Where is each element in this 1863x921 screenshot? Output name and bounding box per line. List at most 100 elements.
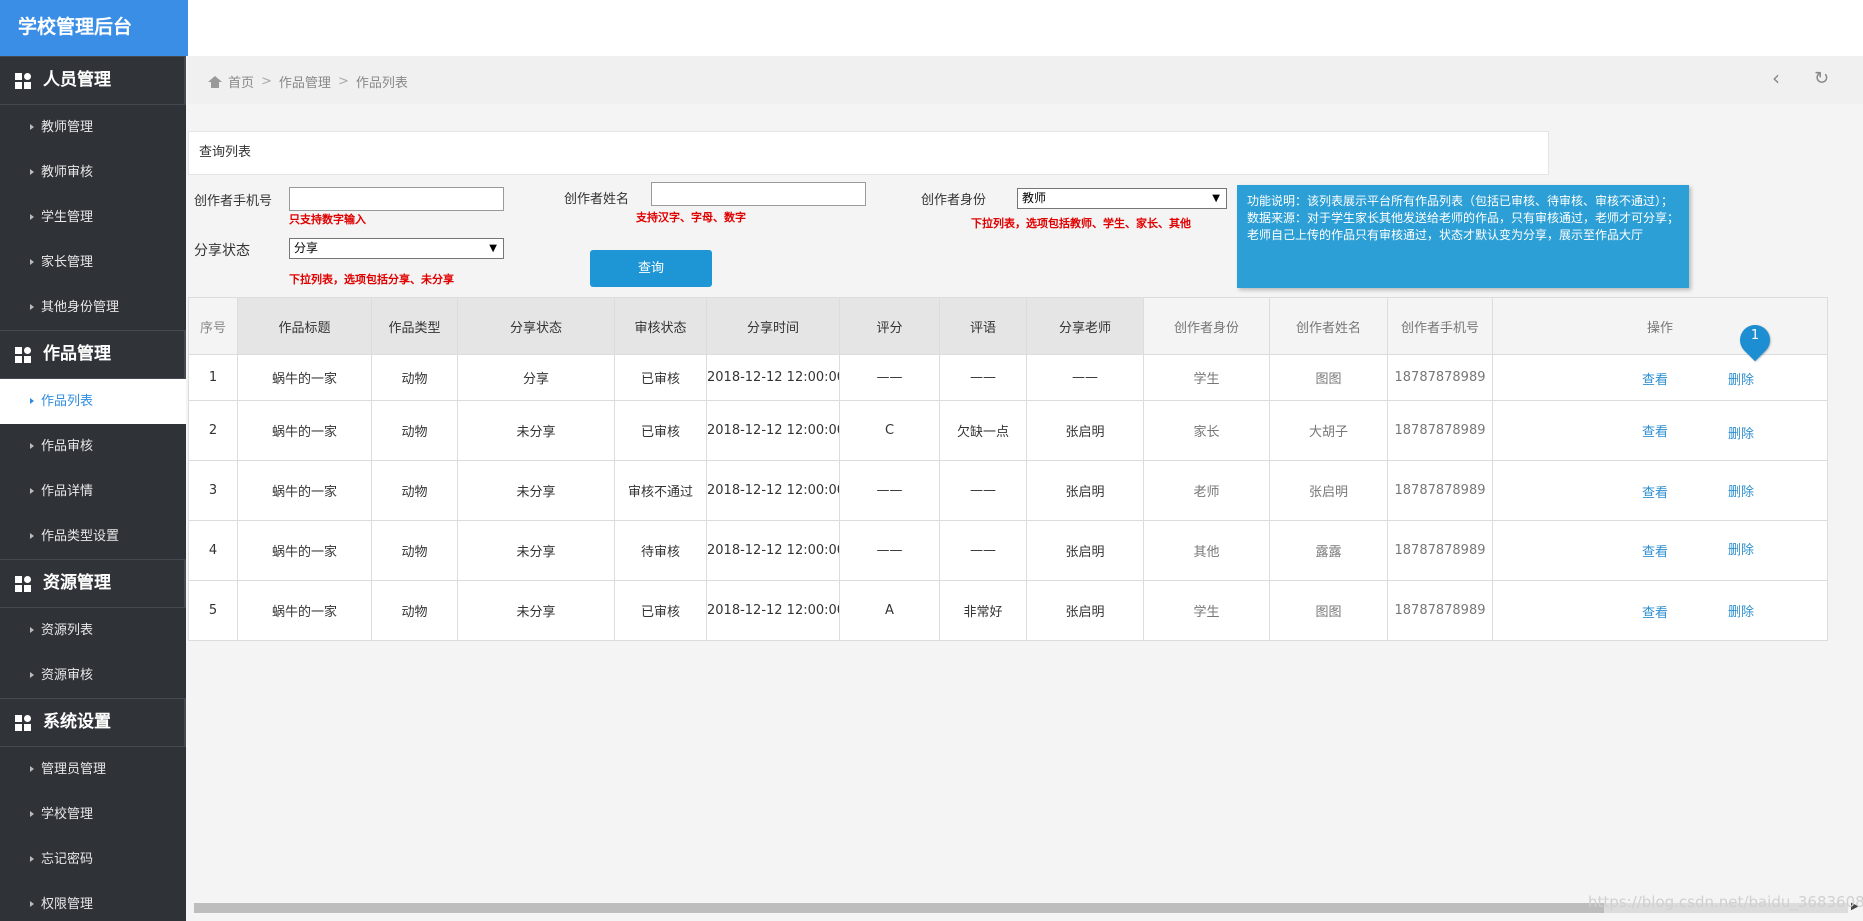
sidebar-item-other-identity[interactable]: 其他身份管理	[0, 285, 186, 330]
table-row: 2 蜗牛的一家 动物 未分享 已审核 2018-12-12 12:00:00 C…	[188, 400, 1828, 461]
identity-select-value: 教师	[1022, 191, 1047, 205]
sidebar-group-resources[interactable]: 资源管理	[0, 559, 186, 608]
sidebar-item-works-list[interactable]: 作品列表	[0, 379, 186, 424]
caret-right-icon	[30, 765, 34, 772]
cell-title: 蜗牛的一家	[237, 354, 372, 401]
identity-select[interactable]: 教师 ▼	[1017, 188, 1227, 209]
cell-share-status: 未分享	[457, 400, 615, 461]
cell-type: 动物	[371, 580, 458, 641]
sidebar-item-school-management[interactable]: 学校管理	[0, 792, 186, 837]
sidebar-item-teacher-review[interactable]: 教师审核	[0, 150, 186, 195]
sidebar-group-system[interactable]: 系统设置	[0, 698, 186, 747]
sidebar-item-parent-management[interactable]: 家长管理	[0, 240, 186, 285]
sidebar-item-works-review[interactable]: 作品审核	[0, 424, 186, 469]
col-header: 创作者姓名	[1269, 297, 1388, 355]
cell-phone: 18787878989	[1387, 460, 1493, 521]
breadcrumb-section[interactable]: 作品管理	[279, 72, 331, 91]
phone-input[interactable]	[289, 187, 504, 211]
delete-link[interactable]: 删除	[1728, 423, 1754, 442]
sidebar-item-student-management[interactable]: 学生管理	[0, 195, 186, 240]
delete-link[interactable]: 删除	[1728, 539, 1754, 558]
view-link[interactable]: 查看	[1642, 369, 1668, 388]
cell-identity: 学生	[1143, 580, 1270, 641]
sidebar-item-teacher-management[interactable]: 教师管理	[0, 105, 186, 150]
view-link[interactable]: 查看	[1642, 602, 1668, 621]
col-header: 审核状态	[614, 297, 707, 355]
sidebar-item-label: 其他身份管理	[41, 300, 120, 315]
share-label: 分享状态	[194, 243, 250, 259]
name-input[interactable]	[651, 182, 866, 206]
caret-right-icon	[30, 810, 34, 817]
sidebar-item-works-type-settings[interactable]: 作品类型设置	[0, 514, 186, 559]
sidebar-item-label: 权限管理	[41, 897, 94, 912]
col-header: 操作	[1492, 297, 1828, 355]
table-row: 5 蜗牛的一家 动物 未分享 已审核 2018-12-12 12:00:00 A…	[188, 580, 1828, 641]
caret-down-icon: ▼	[489, 243, 497, 254]
sidebar-group-people[interactable]: 人员管理	[0, 56, 186, 105]
view-link[interactable]: 查看	[1642, 421, 1668, 440]
share-select[interactable]: 分享 ▼	[289, 238, 504, 259]
col-header: 分享老师	[1026, 297, 1144, 355]
col-header: 序号	[188, 297, 238, 355]
delete-link[interactable]: 删除	[1728, 369, 1754, 388]
col-header: 评分	[839, 297, 940, 355]
cell-index: 5	[188, 580, 238, 641]
chevron-left-icon[interactable]: ‹	[1772, 66, 1780, 90]
cell-review-status: 已审核	[614, 400, 707, 461]
info-line-2: 数据来源：对于学生家长其他发送给老师的作品，只有审核通过，老师才可分享；老师自己…	[1247, 211, 1680, 242]
caret-right-icon	[30, 532, 34, 539]
cell-review-status: 待审核	[614, 520, 707, 581]
view-link[interactable]: 查看	[1642, 482, 1668, 501]
table-row: 3 蜗牛的一家 动物 未分享 审核不通过 2018-12-12 12:00:00…	[188, 460, 1828, 521]
sidebar-item-forgot-password[interactable]: 忘记密码	[0, 837, 186, 882]
annotation-number: 1	[1750, 328, 1760, 343]
sidebar-item-resource-review[interactable]: 资源审核	[0, 653, 186, 698]
caret-down-icon: ▼	[1212, 193, 1220, 204]
sidebar-item-works-detail[interactable]: 作品详情	[0, 469, 186, 514]
cell-actions: 查看 删除	[1492, 520, 1828, 581]
sidebar-item-label: 资源列表	[41, 623, 94, 638]
cell-index: 2	[188, 400, 238, 461]
sidebar-item-label: 学生管理	[41, 210, 94, 225]
sidebar-item-resource-list[interactable]: 资源列表	[0, 608, 186, 653]
cell-teacher: 张启明	[1026, 520, 1144, 581]
sidebar-item-permission-management[interactable]: 权限管理	[0, 882, 186, 921]
delete-link[interactable]: 删除	[1728, 601, 1754, 620]
cell-creator-name: 图图	[1269, 580, 1388, 641]
cell-teacher: 张启明	[1026, 400, 1144, 461]
caret-right-icon	[30, 855, 34, 862]
home-icon	[208, 75, 222, 88]
sidebar: 人员管理 教师管理 教师审核 学生管理 家长管理 其他身份管理 作品管理 作品列…	[0, 56, 186, 921]
cell-phone: 18787878989	[1387, 354, 1493, 401]
refresh-icon[interactable]: ↻	[1814, 68, 1829, 89]
sidebar-group-works[interactable]: 作品管理	[0, 330, 186, 379]
chevron-right-icon: >	[261, 74, 272, 89]
cell-teacher: ——	[1026, 354, 1144, 401]
cell-identity: 学生	[1143, 354, 1270, 401]
group-label: 系统设置	[43, 712, 111, 732]
view-link[interactable]: 查看	[1642, 541, 1668, 560]
grid-icon	[15, 72, 31, 89]
cell-type: 动物	[371, 354, 458, 401]
caret-right-icon	[30, 487, 34, 494]
caret-right-icon	[30, 671, 34, 678]
cell-title: 蜗牛的一家	[237, 520, 372, 581]
cell-share-status: 未分享	[457, 580, 615, 641]
cell-actions: 查看 删除	[1492, 354, 1828, 401]
query-button[interactable]: 查询	[590, 250, 712, 287]
cell-type: 动物	[371, 460, 458, 521]
breadcrumb-home[interactable]: 首页	[228, 72, 254, 91]
scrollbar-thumb[interactable]	[194, 903, 1604, 913]
cell-review-status: 已审核	[614, 354, 707, 401]
sidebar-item-admin-management[interactable]: 管理员管理	[0, 747, 186, 792]
caret-right-icon	[30, 442, 34, 449]
delete-link[interactable]: 删除	[1728, 481, 1754, 500]
cell-index: 4	[188, 520, 238, 581]
cell-review-status: 审核不通过	[614, 460, 707, 521]
cell-title: 蜗牛的一家	[237, 460, 372, 521]
cell-creator-name: 张启明	[1269, 460, 1388, 521]
sidebar-item-label: 作品详情	[41, 484, 94, 499]
cell-teacher: 张启明	[1026, 580, 1144, 641]
cell-creator-name: 大胡子	[1269, 400, 1388, 461]
cell-score: ——	[839, 520, 940, 581]
